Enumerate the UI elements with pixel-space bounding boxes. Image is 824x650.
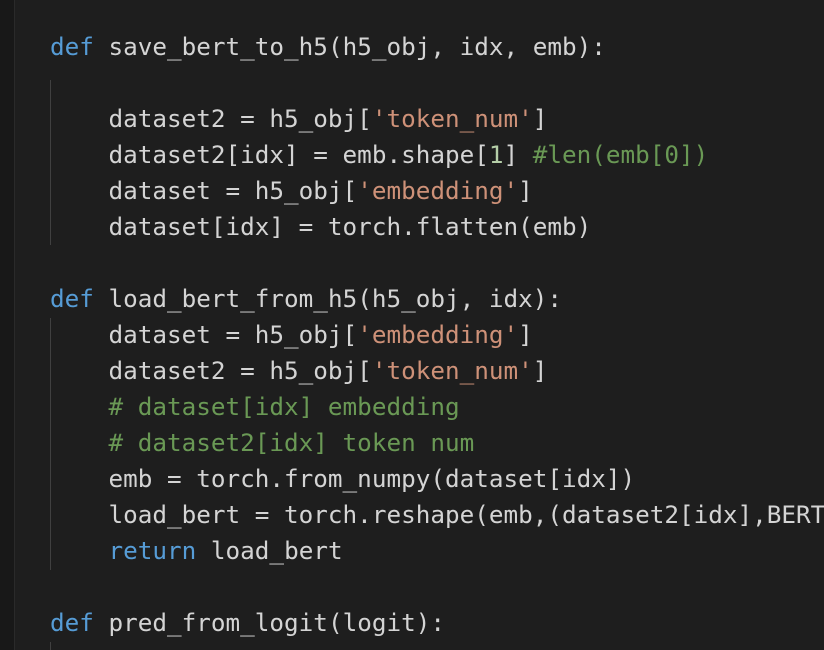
code-token: # dataset[idx] embedding [50, 392, 460, 421]
code-line[interactable]: dataset = h5_obj['embedding'] [50, 173, 533, 209]
code-token: ] [518, 320, 533, 349]
code-token: def [50, 284, 94, 313]
code-token: 'embedding' [357, 176, 519, 205]
code-token: def [50, 608, 94, 637]
code-line[interactable]: def save_bert_to_h5(h5_obj, idx, emb): [50, 29, 606, 65]
editor-gutter [0, 0, 15, 650]
code-token: load_bert [196, 536, 343, 565]
code-line[interactable]: dataset = h5_obj['embedding'] [50, 317, 533, 353]
code-token: return [108, 536, 197, 565]
indent-guide [50, 642, 51, 650]
code-token: ] [518, 176, 533, 205]
code-line[interactable]: dataset2 = h5_obj['token_num'] [50, 353, 548, 389]
code-line[interactable]: def pred_from_logit(logit): [50, 605, 445, 641]
code-token: #len(emb[0]) [532, 140, 709, 169]
code-token: dataset[idx] = torch.flatten(emb) [50, 212, 592, 241]
code-line[interactable]: return load_bert [50, 533, 343, 569]
code-token: load_bert_from_h5(h5_obj, idx): [93, 284, 562, 313]
code-token: 'token_num' [371, 356, 533, 385]
code-token: 'token_num' [371, 104, 533, 133]
code-line[interactable]: dataset2[idx] = emb.shape[1] #len(emb[0]… [50, 137, 709, 173]
code-line[interactable]: # dataset[idx] embedding [50, 389, 460, 425]
code-line[interactable]: dataset[idx] = torch.flatten(emb) [50, 209, 592, 245]
code-token: dataset2[idx] = emb.shape[ [50, 140, 489, 169]
code-token: # dataset2[idx] token num [50, 428, 475, 457]
code-token: dataset2 = h5_obj[ [50, 104, 372, 133]
code-token: load_bert = torch.reshape(emb,(dataset2[… [50, 500, 824, 529]
code-line[interactable]: dataset2 = h5_obj['token_num'] [50, 101, 548, 137]
code-line[interactable]: def load_bert_from_h5(h5_obj, idx): [50, 281, 562, 317]
code-token: ] [532, 104, 548, 133]
code-token: 'embedding' [357, 320, 519, 349]
code-line[interactable]: emb = torch.from_numpy(dataset[idx]) [50, 461, 636, 497]
code-token: save_bert_to_h5(h5_obj, idx, emb): [93, 32, 606, 61]
code-token: dataset = h5_obj[ [50, 176, 358, 205]
code-line[interactable]: load_bert = torch.reshape(emb,(dataset2[… [50, 497, 824, 533]
code-token: ] [532, 356, 548, 385]
code-token: 1 [488, 140, 504, 169]
code-token: dataset2 = h5_obj[ [50, 356, 372, 385]
code-token: emb = torch.from_numpy(dataset[idx]) [50, 464, 636, 493]
code-line[interactable]: # dataset2[idx] token num [50, 425, 475, 461]
code-token: ] [503, 140, 533, 169]
code-editor[interactable]: def save_bert_to_h5(h5_obj, idx, emb): d… [0, 0, 824, 650]
code-token: pred_from_logit(logit): [93, 608, 445, 637]
code-token: dataset = h5_obj[ [50, 320, 358, 349]
code-token: def [50, 32, 94, 61]
